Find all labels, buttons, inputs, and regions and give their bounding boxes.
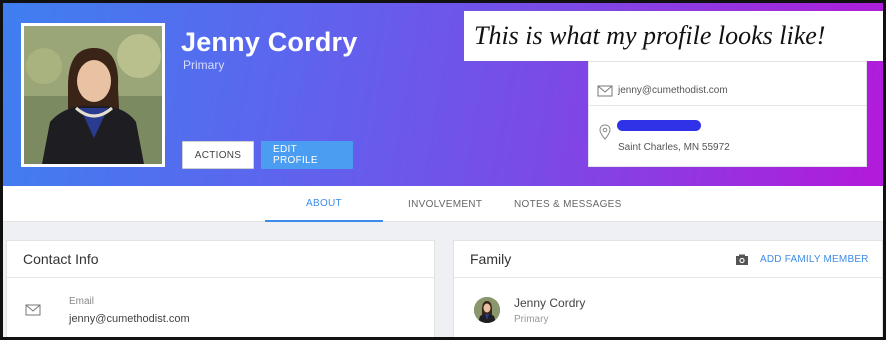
header-address-row: Saint Charles, MN 55972 xyxy=(589,120,866,160)
panel-divider xyxy=(7,277,434,278)
family-panel: Family ADD FAMILY MEMBER Jenny Cordry Pr… xyxy=(453,240,883,337)
tab-involvement[interactable]: INVOLVEMENT xyxy=(408,186,482,222)
header-email-row: jenny@cumethodist.com xyxy=(589,76,866,106)
tab-notes-messages[interactable]: NOTES & MESSAGES xyxy=(514,186,622,222)
email-value[interactable]: jenny@cumethodist.com xyxy=(69,313,190,325)
header-email[interactable]: jenny@cumethodist.com xyxy=(618,85,728,96)
redacted-street-address xyxy=(617,120,701,131)
family-title: Family xyxy=(470,251,512,267)
overlay-caption: This is what my profile looks like! xyxy=(464,11,883,61)
avatar[interactable] xyxy=(474,297,500,323)
header-address: Saint Charles, MN 55972 xyxy=(618,142,730,153)
actions-button[interactable]: ACTIONS xyxy=(182,141,254,169)
tab-about[interactable]: ABOUT xyxy=(265,186,383,222)
contact-info-panel: Contact Info Email jenny@cumethodist.com xyxy=(6,240,435,337)
location-pin-icon xyxy=(599,124,611,140)
add-family-member-button[interactable]: ADD FAMILY MEMBER xyxy=(760,254,869,265)
panel-divider xyxy=(454,277,882,278)
member-avatar-image xyxy=(474,297,500,323)
edit-profile-button[interactable]: EDIT PROFILE xyxy=(261,141,353,169)
mail-icon xyxy=(597,85,613,97)
contact-info-title: Contact Info xyxy=(23,251,99,267)
camera-icon[interactable] xyxy=(735,253,749,267)
profile-role: Primary xyxy=(183,58,225,72)
family-member-role: Primary xyxy=(514,314,549,325)
profile-photo-image xyxy=(24,26,162,164)
profile-photo xyxy=(21,23,165,167)
email-label: Email xyxy=(69,296,95,307)
profile-header: Jenny Cordry Primary ACTIONS EDIT PROFIL… xyxy=(3,3,883,186)
screenshot-frame: Jenny Cordry Primary ACTIONS EDIT PROFIL… xyxy=(0,0,886,340)
profile-tabs: ABOUT INVOLVEMENT NOTES & MESSAGES xyxy=(3,186,883,222)
mail-icon xyxy=(25,304,41,316)
family-member-name[interactable]: Jenny Cordry xyxy=(514,296,585,310)
header-contact-card: jenny@cumethodist.com Saint Charles, MN … xyxy=(588,61,867,167)
profile-name: Jenny Cordry xyxy=(181,27,358,57)
